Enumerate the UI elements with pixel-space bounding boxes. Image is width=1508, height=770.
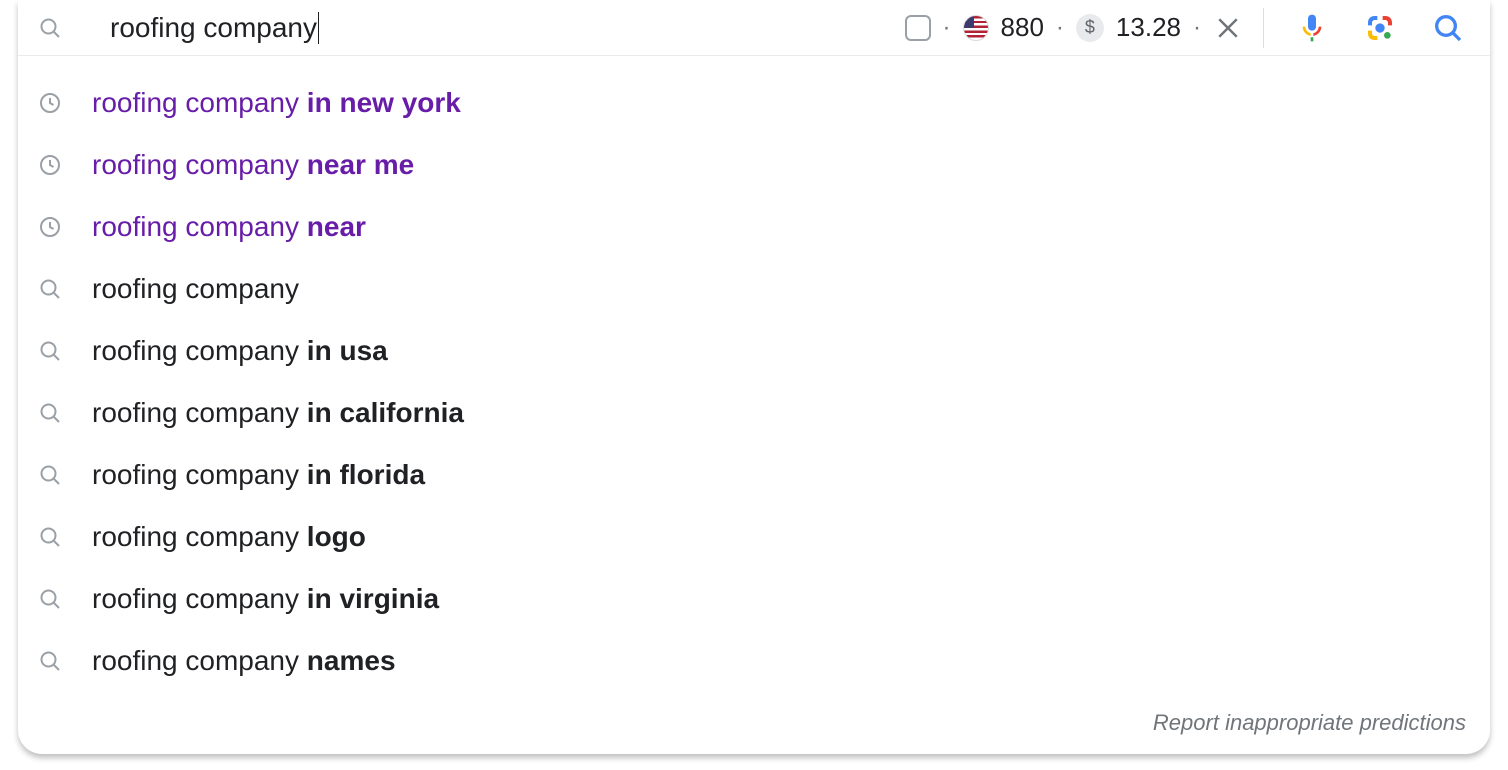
suggestion-row[interactable]: roofing company in usa: [18, 320, 1490, 382]
suggestion-row[interactable]: roofing company in new york: [18, 72, 1490, 134]
suggestion-text: roofing company in new york: [92, 87, 461, 119]
suggestion-row[interactable]: roofing company: [18, 258, 1490, 320]
suggestion-row[interactable]: roofing company in florida: [18, 444, 1490, 506]
clock-icon: [38, 153, 62, 177]
suggestion-text: roofing company in virginia: [92, 583, 439, 615]
search-dropdown: roofing company · 880 · $ 13.28 ·: [18, 0, 1490, 754]
suggestion-row[interactable]: roofing company in california: [18, 382, 1490, 444]
text-cursor: [318, 12, 319, 44]
suggestion-row[interactable]: roofing company names: [18, 630, 1490, 692]
separator-dot: ·: [1056, 14, 1064, 42]
suggestion-row[interactable]: roofing company near me: [18, 134, 1490, 196]
search-bar: roofing company · 880 · $ 13.28 ·: [18, 0, 1490, 56]
clock-icon: [38, 215, 62, 239]
suggestion-text: roofing company logo: [92, 521, 366, 553]
divider: [1263, 8, 1264, 48]
suggestion-text: roofing company: [92, 273, 299, 305]
suggestion-text: roofing company in florida: [92, 459, 425, 491]
clock-icon: [38, 91, 62, 115]
search-icon: [38, 277, 62, 301]
microphone-icon[interactable]: [1296, 12, 1328, 44]
separator-dot: ·: [1193, 14, 1201, 42]
search-icon: [38, 587, 62, 611]
suggestion-text: roofing company names: [92, 645, 396, 677]
search-icon: [38, 649, 62, 673]
dollar-icon: $: [1076, 14, 1104, 42]
search-icon: [38, 339, 62, 363]
search-volume: 880: [1001, 12, 1044, 43]
suggestion-text: roofing company in california: [92, 397, 464, 429]
keyword-checkbox[interactable]: [905, 15, 931, 41]
us-flag-icon: [963, 15, 989, 41]
suggestion-text: roofing company near me: [92, 149, 414, 181]
search-input-wrapper[interactable]: roofing company: [86, 12, 905, 44]
right-controls: · 880 · $ 13.28 ·: [905, 8, 1476, 48]
suggestions-list: roofing company in new york roofing compa…: [18, 56, 1490, 700]
report-link[interactable]: Report inappropriate predictions: [18, 700, 1490, 754]
search-icon: [38, 525, 62, 549]
suggestion-row[interactable]: roofing company logo: [18, 506, 1490, 568]
search-icon: [38, 16, 62, 40]
search-icon: [38, 463, 62, 487]
separator-dot: ·: [943, 14, 951, 42]
cpc-value: 13.28: [1116, 12, 1181, 43]
suggestion-text: roofing company in usa: [92, 335, 388, 367]
search-icon: [38, 401, 62, 425]
suggestion-text: roofing company near: [92, 211, 366, 243]
camera-lens-icon[interactable]: [1364, 12, 1396, 44]
search-button-icon[interactable]: [1432, 12, 1464, 44]
suggestion-row[interactable]: roofing company near: [18, 196, 1490, 258]
close-icon[interactable]: [1213, 13, 1243, 43]
suggestion-row[interactable]: roofing company in virginia: [18, 568, 1490, 630]
search-input-text[interactable]: roofing company: [110, 12, 317, 44]
